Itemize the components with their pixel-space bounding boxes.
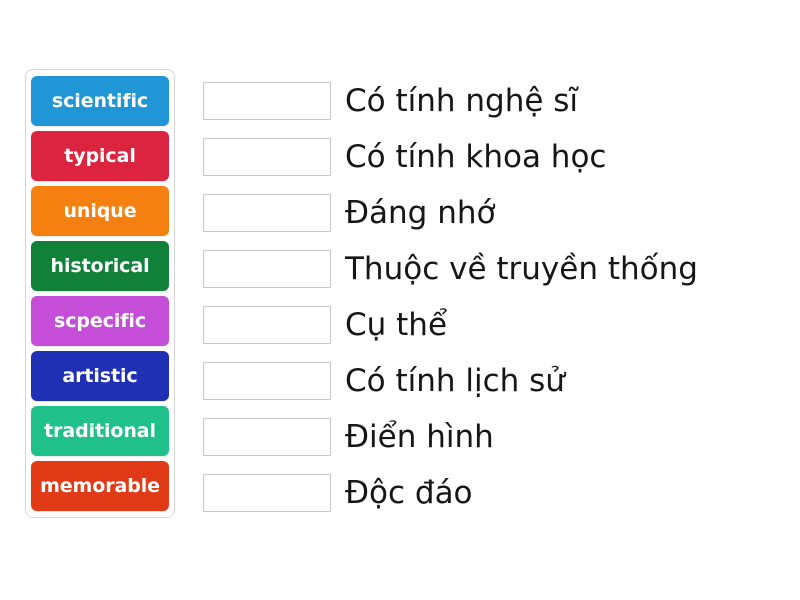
prompt-label: Điển hình — [345, 418, 494, 455]
prompt-row: Cụ thể — [203, 306, 698, 344]
prompt-row: Độc đáo — [203, 474, 698, 512]
word-tile[interactable]: memorable — [31, 461, 169, 511]
answer-drop-slot[interactable] — [203, 138, 331, 176]
prompt-row: Thuộc về truyền thống — [203, 250, 698, 288]
prompt-label: Thuộc về truyền thống — [345, 250, 698, 287]
prompts-panel: Có tính nghệ sĩ Có tính khoa học Đáng nhớ T… — [203, 82, 698, 512]
word-tile[interactable]: artistic — [31, 351, 169, 401]
prompt-label: Có tính khoa học — [345, 138, 607, 175]
prompt-label: Độc đáo — [345, 474, 473, 511]
word-tile[interactable]: typical — [31, 131, 169, 181]
prompt-row: Đáng nhớ — [203, 194, 698, 232]
answer-drop-slot[interactable] — [203, 418, 331, 456]
word-tile[interactable]: scientific — [31, 76, 169, 126]
prompt-row: Có tính lịch sử — [203, 362, 698, 400]
answer-drop-slot[interactable] — [203, 194, 331, 232]
prompt-row: Có tính khoa học — [203, 138, 698, 176]
answer-drop-slot[interactable] — [203, 82, 331, 120]
prompt-label: Có tính lịch sử — [345, 362, 565, 399]
word-bank-panel: scientific typical unique historical scpecif… — [25, 69, 175, 518]
prompt-label: Cụ thể — [345, 306, 448, 343]
answer-drop-slot[interactable] — [203, 362, 331, 400]
word-tile[interactable]: scpecific — [31, 296, 169, 346]
word-tile[interactable]: traditional — [31, 406, 169, 456]
match-up-activity: scientific typical unique historical scpecif… — [0, 0, 800, 600]
prompt-row: Điển hình — [203, 418, 698, 456]
prompt-label: Đáng nhớ — [345, 194, 496, 231]
answer-drop-slot[interactable] — [203, 306, 331, 344]
word-tile[interactable]: unique — [31, 186, 169, 236]
prompt-row: Có tính nghệ sĩ — [203, 82, 698, 120]
answer-drop-slot[interactable] — [203, 250, 331, 288]
prompt-label: Có tính nghệ sĩ — [345, 82, 579, 119]
answer-drop-slot[interactable] — [203, 474, 331, 512]
word-tile[interactable]: historical — [31, 241, 169, 291]
